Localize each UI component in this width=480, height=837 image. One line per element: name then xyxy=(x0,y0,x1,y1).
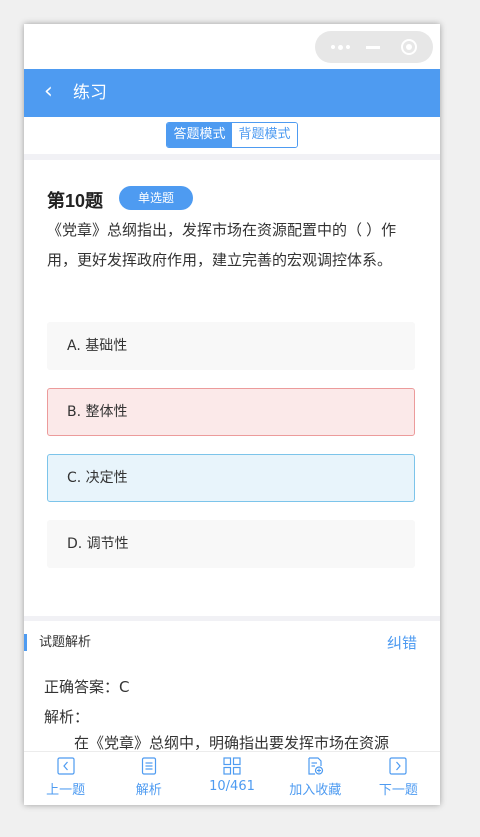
answer-mode-tab[interactable]: 答题模式 xyxy=(167,123,232,147)
recite-mode-tab[interactable]: 背题模式 xyxy=(232,123,297,147)
explain-button[interactable]: 解析 xyxy=(107,752,190,805)
mode-bar: 答题模式 背题模式 xyxy=(24,117,440,154)
chevron-left-box-icon xyxy=(56,757,75,775)
question-grid-button[interactable]: 10/461 xyxy=(190,752,273,805)
status-bar xyxy=(24,24,440,69)
mini-program-capsule xyxy=(315,31,433,63)
explain-label: 解析 xyxy=(135,783,162,798)
nav-bar: ‹ 练习 xyxy=(24,69,440,117)
next-question-button[interactable]: 下一题 xyxy=(357,752,440,805)
analysis-header: 试题解析 纠错 xyxy=(24,621,440,665)
question-text: 《党章》总纲指出，发挥市场在资源配置中的（ ）作用，更好发挥政府作用，建立完善的… xyxy=(47,222,397,269)
close-icon[interactable] xyxy=(401,39,417,55)
correct-answer: 正确答案：C xyxy=(44,678,130,696)
question-type-badge: 单选题 xyxy=(119,186,193,210)
prev-question-label: 上一题 xyxy=(46,783,86,798)
option-b[interactable]: B. 整体性 xyxy=(47,388,415,436)
next-question-label: 下一题 xyxy=(378,783,418,798)
bottom-toolbar: 上一题 解析 10/461 加入收藏 下一题 xyxy=(24,751,440,805)
report-error-link[interactable]: 纠错 xyxy=(387,621,417,665)
minimize-icon[interactable] xyxy=(366,46,380,49)
phone-frame: ‹ 练习 答题模式 背题模式 第10题 单选题 《党章》总纲指出，发挥市场在资源… xyxy=(24,24,440,805)
add-favorite-button[interactable]: 加入收藏 xyxy=(274,752,357,805)
document-icon xyxy=(141,757,156,775)
grid-icon xyxy=(223,757,241,775)
section-marker xyxy=(24,634,27,651)
analysis-label: 解析： xyxy=(44,708,90,726)
mode-switch: 答题模式 背题模式 xyxy=(166,122,298,148)
more-icon[interactable] xyxy=(329,31,351,63)
analysis-title: 试题解析 xyxy=(39,635,92,650)
question-number: 第10题 xyxy=(47,191,104,211)
option-c[interactable]: C. 决定性 xyxy=(47,454,415,502)
option-a[interactable]: A. 基础性 xyxy=(47,322,415,370)
favorite-doc-icon xyxy=(308,757,324,775)
progress-label: 10/461 xyxy=(209,779,255,794)
prev-question-button[interactable]: 上一题 xyxy=(24,752,107,805)
add-favorite-label: 加入收藏 xyxy=(289,783,342,798)
divider xyxy=(24,154,440,160)
page-title: 练习 xyxy=(73,83,107,102)
chevron-right-box-icon xyxy=(389,757,408,775)
option-d[interactable]: D. 调节性 xyxy=(47,520,415,568)
chevron-left-icon[interactable]: ‹ xyxy=(44,69,68,117)
